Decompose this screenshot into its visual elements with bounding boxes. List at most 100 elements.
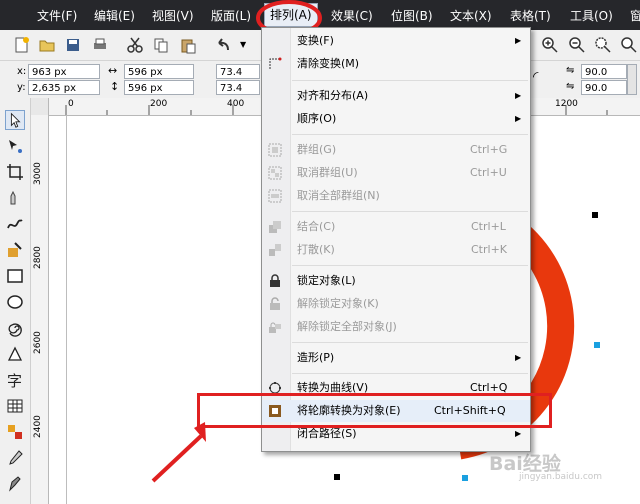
ellipse-tool-icon[interactable] (5, 292, 25, 312)
y-position-field[interactable]: 2,635 px (28, 80, 100, 95)
ruler-tick: 3000 (33, 162, 43, 185)
zoom-in-icon[interactable] (541, 36, 559, 54)
mirror-v-icon: ⇋ (566, 81, 575, 92)
undo-dropdown-icon[interactable]: ▼ (240, 40, 246, 49)
zoom-selected-icon[interactable] (594, 36, 612, 54)
ruler-tick: 2400 (33, 415, 43, 438)
menu-item-label: 取消全部群组(N) (297, 189, 380, 202)
annotation-arrow (151, 434, 203, 483)
ruler-origin[interactable] (31, 98, 49, 116)
menu-item-clear-transform[interactable]: 清除变换(M) (262, 53, 530, 75)
freehand-tool-icon[interactable] (5, 214, 25, 234)
zoom-page-icon[interactable] (620, 36, 638, 54)
ungroup-icon (268, 166, 282, 180)
mirror-h-icon: ⇋ (566, 65, 575, 76)
arrange-menu: 变换(F) ▶ 清除变换(M) 对齐和分布(A) ▶ 顺序(O) ▶ 群组(G) Ctr… (261, 27, 531, 452)
ruler-tick: 2800 (33, 246, 43, 269)
menu-view[interactable]: 视图(V) (152, 7, 194, 24)
rotation-field-2[interactable]: 90.0 (581, 80, 627, 95)
menu-item-label: 变换(F) (297, 34, 334, 47)
menu-file[interactable]: 文件(F) (37, 7, 77, 24)
menu-item-group[interactable]: 群组(G) Ctrl+G (262, 139, 530, 161)
menu-window[interactable]: 窗 (630, 7, 640, 24)
x-position-field[interactable]: 963 px (28, 64, 100, 79)
menu-item-order[interactable]: 顺序(O) ▶ (262, 108, 530, 130)
group-icon (268, 143, 282, 157)
menu-effects[interactable]: 效果(C) (331, 7, 373, 24)
menu-item-label: 取消群组(U) (297, 166, 358, 179)
menu-edit[interactable]: 编辑(E) (94, 7, 135, 24)
menu-text[interactable]: 文本(X) (450, 7, 492, 24)
shape-tool-icon[interactable] (5, 136, 25, 156)
menu-item-label: 结合(C) (297, 220, 336, 233)
rectangle-tool-icon[interactable] (5, 266, 25, 286)
rotation-field-1[interactable]: 90.0 (581, 64, 627, 79)
menu-item-label: 锁定对象(L) (297, 274, 356, 287)
undo-icon[interactable] (214, 36, 232, 54)
menu-table[interactable]: 表格(T) (510, 7, 551, 24)
menu-item-transform[interactable]: 变换(F) ▶ (262, 30, 530, 52)
print-icon[interactable] (91, 36, 109, 54)
menu-item-lock-object[interactable]: 锁定对象(L) (262, 270, 530, 292)
ruler-tick: 400 (227, 99, 245, 109)
unlock-all-icon (269, 322, 281, 333)
toolbox: 字 (0, 98, 31, 504)
ungroup-all-icon (268, 189, 282, 203)
interactive-fill-tool-icon[interactable] (5, 422, 25, 442)
selection-handle (334, 474, 340, 480)
menu-item-combine[interactable]: 结合(C) Ctrl+L (262, 216, 530, 238)
svg-text:字: 字 (7, 372, 22, 390)
rotation-spinner[interactable] (627, 64, 637, 95)
scale-y-field[interactable]: 73.4 (216, 80, 260, 95)
scale-x-field[interactable]: 73.4 (216, 64, 260, 79)
menu-item-align-distribute[interactable]: 对齐和分布(A) ▶ (262, 85, 530, 107)
submenu-arrow-icon: ▶ (515, 114, 522, 123)
save-icon[interactable] (64, 36, 82, 54)
watermark-subtext: jingyan.baidu.com (519, 472, 603, 482)
menu-tools[interactable]: 工具(O) (570, 7, 613, 24)
smart-fill-tool-icon[interactable] (5, 240, 25, 260)
open-icon[interactable] (38, 36, 56, 54)
menu-item-ungroup-all[interactable]: 取消全部群组(N) (262, 185, 530, 207)
zoom-tool-icon[interactable] (5, 188, 25, 208)
cut-icon[interactable] (126, 36, 144, 54)
menu-item-shortcut: Ctrl+G (470, 143, 508, 156)
menu-item-label: 解除锁定对象(K) (297, 297, 379, 310)
submenu-arrow-icon: ▶ (515, 91, 522, 100)
x-label: x: (17, 66, 27, 77)
menu-layout[interactable]: 版面(L) (211, 7, 251, 24)
combine-icon (269, 221, 281, 233)
zoom-out-icon[interactable] (568, 36, 586, 54)
menu-bitmaps[interactable]: 位图(B) (391, 7, 433, 24)
menu-item-ungroup[interactable]: 取消群组(U) Ctrl+U (262, 162, 530, 184)
crop-tool-icon[interactable] (5, 162, 25, 182)
menu-item-unlock-object[interactable]: 解除锁定对象(K) (262, 293, 530, 315)
y-label: y: (17, 82, 26, 93)
menu-item-label: 造形(P) (297, 351, 335, 364)
annotation-highlight-box (197, 393, 552, 428)
menu-item-shortcut: Ctrl+U (470, 166, 507, 179)
menu-item-unlock-all-objects[interactable]: 解除锁定全部对象(J) (262, 316, 530, 338)
copy-icon[interactable] (152, 36, 170, 54)
pick-tool-icon[interactable] (5, 110, 25, 130)
text-tool-icon[interactable]: 字 (5, 370, 25, 390)
menu-item-shaping[interactable]: 造形(P) ▶ (262, 347, 530, 369)
ruler-tick: 2600 (33, 331, 43, 354)
outline-pen-tool-icon[interactable] (5, 474, 25, 494)
menu-item-label: 顺序(O) (297, 112, 337, 125)
menu-item-shortcut: Ctrl+K (471, 243, 508, 256)
menu-item-label: 群组(G) (297, 143, 337, 156)
table-tool-icon[interactable] (5, 396, 25, 416)
height-field[interactable]: 596 px (124, 80, 194, 95)
menu-item-label: 打散(K) (297, 243, 335, 256)
new-document-icon[interactable] (13, 36, 31, 54)
eyedropper-tool-icon[interactable] (5, 448, 25, 468)
lock-icon (270, 274, 280, 287)
paste-icon[interactable] (179, 36, 197, 54)
spiral-tool-icon[interactable] (5, 318, 25, 338)
menu-item-label: 清除变换(M) (297, 57, 360, 70)
width-field[interactable]: 596 px (124, 64, 194, 79)
node-handle (462, 475, 468, 481)
basic-shapes-tool-icon[interactable] (5, 344, 25, 364)
menu-item-break-apart[interactable]: 打散(K) Ctrl+K (262, 239, 530, 261)
